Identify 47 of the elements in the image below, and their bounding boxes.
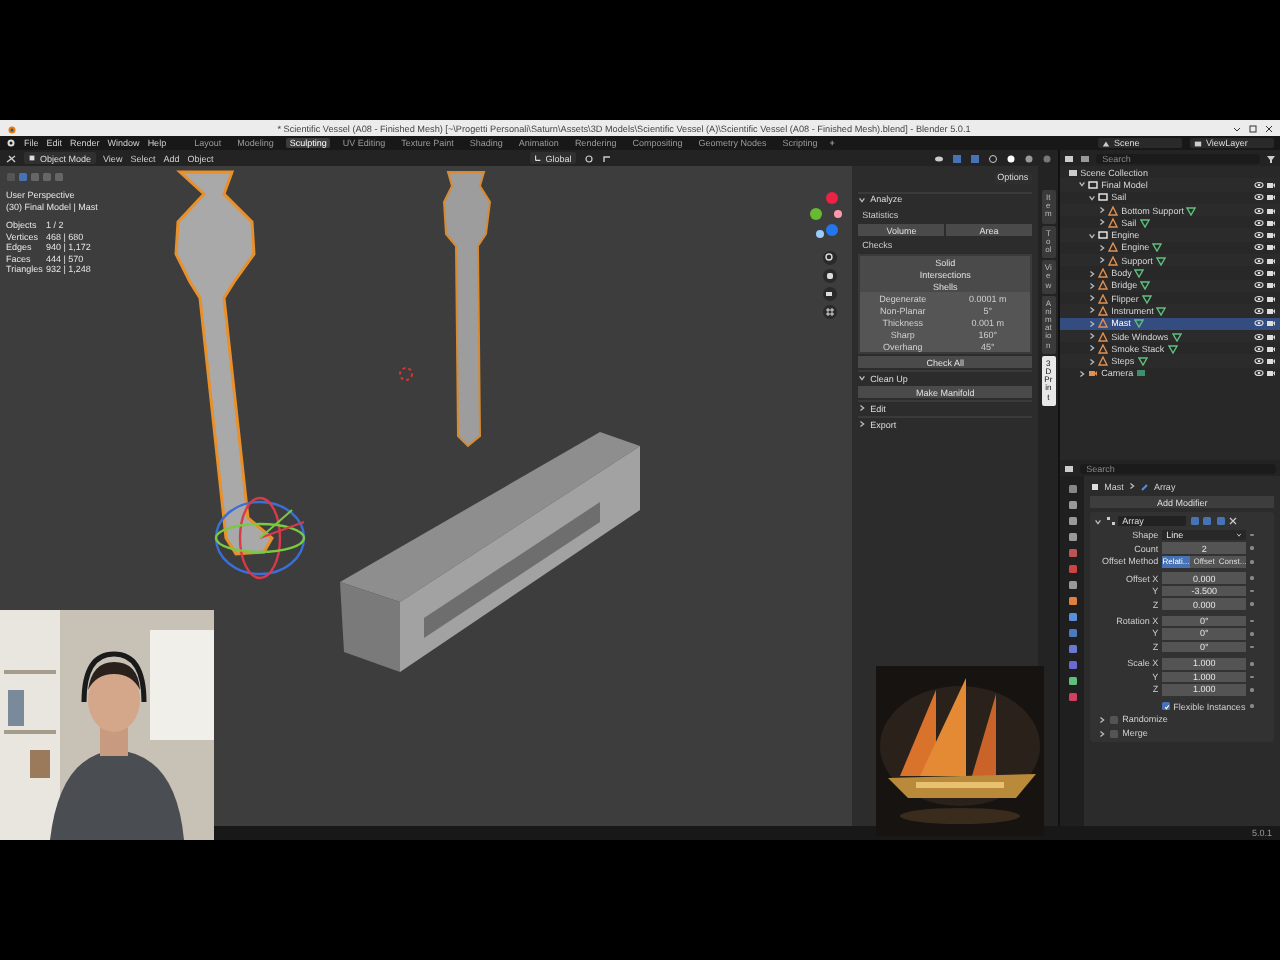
zoom-icon[interactable] bbox=[823, 251, 837, 265]
chevron-icon[interactable] bbox=[1087, 231, 1096, 240]
chevron-icon[interactable] bbox=[1087, 281, 1096, 290]
close-icon[interactable] bbox=[1264, 123, 1274, 133]
chevron-icon[interactable] bbox=[1077, 180, 1086, 189]
chevron-icon[interactable] bbox=[1097, 206, 1106, 215]
chevron-icon[interactable] bbox=[1087, 269, 1096, 278]
chevron-icon[interactable] bbox=[1097, 218, 1106, 227]
mesh-data-icon bbox=[1133, 318, 1144, 329]
checkbox[interactable] bbox=[1162, 702, 1171, 711]
chevron-icon[interactable] bbox=[858, 374, 867, 383]
chevron-icon[interactable] bbox=[858, 420, 867, 429]
chevron-icon[interactable] bbox=[1087, 306, 1096, 315]
chevron-icon[interactable] bbox=[1087, 357, 1096, 366]
mesh-data-icon bbox=[1137, 356, 1148, 367]
chevron-icon[interactable] bbox=[1087, 319, 1096, 328]
chevron-icon[interactable] bbox=[1097, 256, 1106, 265]
maximize-icon[interactable] bbox=[1248, 123, 1258, 133]
pivot-icon[interactable] bbox=[583, 153, 594, 163]
chevron-icon[interactable] bbox=[1077, 369, 1086, 378]
check-icon bbox=[1163, 703, 1170, 710]
object-icon bbox=[1090, 481, 1101, 491]
grid-icon[interactable] bbox=[823, 305, 837, 319]
hand-icon[interactable] bbox=[823, 269, 837, 283]
snap-icon[interactable] bbox=[601, 153, 612, 163]
visibility-icon[interactable] bbox=[934, 153, 945, 163]
cube-icon bbox=[28, 154, 36, 162]
chevron-icon[interactable] bbox=[858, 195, 867, 204]
chevron-icon[interactable] bbox=[1097, 243, 1106, 252]
chevron-icon[interactable] bbox=[1087, 344, 1096, 353]
chevron-icon[interactable] bbox=[1087, 193, 1096, 202]
solid-shading-icon[interactable] bbox=[1006, 153, 1017, 163]
cursor-icon bbox=[399, 367, 413, 381]
transform-gizmo-drawing bbox=[214, 496, 306, 580]
mesh-data-icon bbox=[1139, 217, 1150, 228]
camera-object-icon bbox=[1088, 368, 1099, 379]
chevron-icon[interactable] bbox=[1087, 294, 1096, 303]
chevron-icon[interactable] bbox=[858, 404, 867, 413]
wireframe-shading-icon[interactable] bbox=[988, 153, 999, 163]
chevron-icon[interactable] bbox=[1087, 332, 1096, 340]
chevron-icon[interactable] bbox=[1094, 517, 1103, 525]
collection-icon bbox=[1098, 230, 1109, 241]
axis-gizmo-drawing[interactable] bbox=[810, 192, 842, 238]
mesh-data-icon bbox=[1186, 205, 1197, 216]
array-modifier-icon bbox=[1105, 516, 1116, 526]
axes-icon bbox=[533, 154, 542, 162]
caret-icon bbox=[1236, 531, 1243, 538]
